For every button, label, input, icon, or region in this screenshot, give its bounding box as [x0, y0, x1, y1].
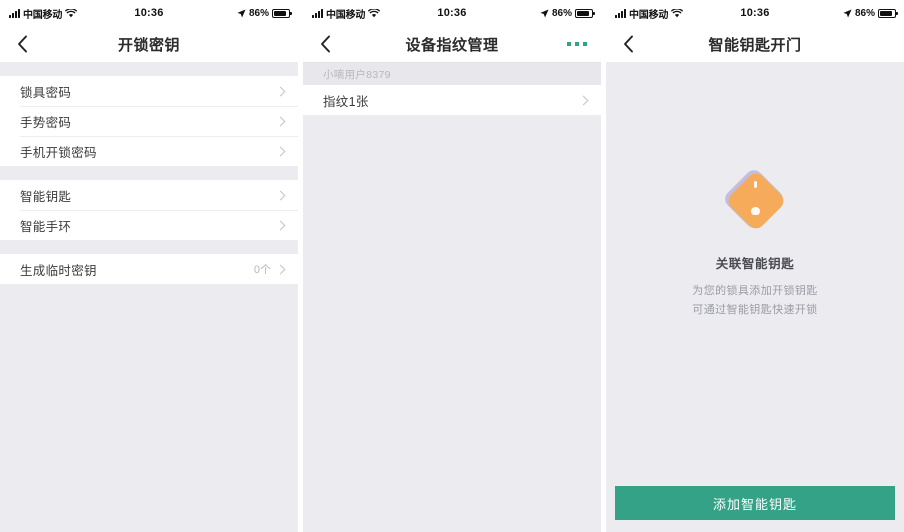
screen-smart-key-unlock: 中国移动 10:36 86% 智能钥匙开门 关联智能钥匙 为您的锁具添加开锁钥匙… — [606, 0, 904, 532]
empty-state-line-2: 可通过智能钥匙快速开锁 — [692, 303, 818, 316]
battery-percent-label: 86% — [854, 7, 875, 19]
chevron-right-icon — [275, 146, 286, 156]
nav-bar: 开锁密钥 — [0, 26, 298, 62]
list-item-accessory — [275, 116, 286, 126]
status-bar-left: 中国移动 — [312, 6, 381, 21]
chevron-right-icon — [275, 264, 286, 274]
list-group-devices: 智能钥匙 智能手环 — [0, 180, 298, 240]
list-item-label: 锁具密码 — [20, 85, 72, 100]
list-item-accessory — [275, 220, 286, 230]
screen-body: 小嘀用户8379 指纹1张 — [303, 62, 601, 532]
screen-body: 锁具密码 手势密码 手机开锁密码 智能钥匙 智能手环 生成临时密钥 0个 — [0, 62, 298, 532]
back-chevron-icon — [17, 35, 27, 53]
wifi-icon — [368, 8, 381, 17]
chevron-right-icon — [275, 86, 286, 96]
battery-icon — [272, 8, 292, 18]
carrier-label: 中国移动 — [629, 9, 669, 21]
list-item-label: 生成临时密钥 — [20, 263, 97, 278]
section-header: 小嘀用户8379 — [303, 63, 601, 85]
empty-state-line-1: 为您的锁具添加开锁钥匙 — [692, 284, 818, 297]
page-title: 设备指纹管理 — [405, 36, 499, 54]
key-pin-shape — [754, 180, 757, 188]
signal-bars-icon — [615, 8, 626, 18]
battery-icon — [575, 8, 595, 18]
more-dot — [583, 42, 587, 46]
clock-label: 10:36 — [437, 7, 467, 19]
list-item-accessory: 0个 — [253, 261, 286, 277]
back-button[interactable] — [303, 26, 347, 62]
back-button[interactable] — [0, 26, 44, 62]
list-item[interactable]: 智能手环 — [0, 210, 298, 240]
status-bar: 中国移动 10:36 86% — [606, 0, 904, 26]
list-item-accessory — [275, 86, 286, 96]
more-dot — [567, 42, 571, 46]
nav-bar: 设备指纹管理 — [303, 26, 601, 62]
list-item-label: 智能钥匙 — [20, 189, 72, 204]
list-group-passwords: 锁具密码 手势密码 手机开锁密码 — [0, 76, 298, 166]
status-bar: 中国移动 10:36 86% — [303, 0, 601, 26]
list-item[interactable]: 手势密码 — [0, 106, 298, 136]
location-arrow-icon — [540, 8, 549, 17]
signal-bars-icon — [9, 8, 20, 18]
more-options-button[interactable] — [567, 42, 587, 46]
clock-label: 10:36 — [740, 7, 770, 19]
list-group-fingerprints: 指纹1张 — [303, 85, 601, 115]
diamond-main-shape — [724, 169, 788, 232]
empty-state: 关联智能钥匙 为您的锁具添加开锁钥匙 可通过智能钥匙快速开锁 — [606, 62, 904, 486]
chevron-right-icon — [578, 95, 589, 105]
page-title: 开锁密钥 — [117, 36, 180, 54]
wifi-icon — [65, 8, 78, 17]
list-item-accessory — [578, 95, 589, 105]
list-group-spacer — [0, 240, 298, 254]
screen-fingerprint-management: 中国移动 10:36 86% 设备指纹管理 小嘀用户8379 指纹1张 — [303, 0, 601, 532]
empty-state-title: 关联智能钥匙 — [715, 256, 795, 271]
more-dot — [575, 42, 579, 46]
list-item-label: 智能手环 — [20, 219, 72, 234]
location-arrow-icon — [237, 8, 246, 17]
status-bar: 中国移动 10:36 86% — [0, 0, 298, 26]
page-title: 智能钥匙开门 — [708, 36, 802, 54]
chevron-right-icon — [275, 116, 286, 126]
back-chevron-icon — [623, 35, 633, 53]
screen-unlock-keys: 中国移动 10:36 86% 开锁密钥 锁具密码 手势密码 手机开锁密码 智能钥… — [0, 0, 298, 532]
status-bar-right: 86% — [843, 7, 898, 19]
back-button[interactable] — [606, 26, 650, 62]
list-item-accessory — [275, 190, 286, 200]
carrier-label: 中国移动 — [326, 9, 366, 21]
list-item-accessory — [275, 146, 286, 156]
list-item[interactable]: 指纹1张 — [303, 85, 601, 115]
list-group-temp-key: 生成临时密钥 0个 — [0, 254, 298, 284]
status-bar-right: 86% — [540, 7, 595, 19]
section-header-label: 小嘀用户8379 — [323, 68, 391, 81]
status-bar-left: 中国移动 — [615, 6, 684, 21]
key-hole-shape — [751, 206, 760, 215]
add-smart-key-button[interactable]: 添加智能钥匙 — [615, 486, 895, 520]
location-arrow-icon — [843, 8, 852, 17]
list-item-value: 0个 — [253, 264, 271, 276]
list-item-label: 手机开锁密码 — [20, 145, 97, 160]
status-bar-right: 86% — [237, 7, 292, 19]
list-group-spacer — [0, 166, 298, 180]
list-item[interactable]: 锁具密码 — [0, 76, 298, 106]
status-bar-left: 中国移动 — [9, 6, 78, 21]
battery-percent-label: 86% — [248, 7, 269, 19]
smart-key-diamond-icon — [721, 165, 788, 232]
carrier-label: 中国移动 — [23, 9, 63, 21]
back-chevron-icon — [320, 35, 330, 53]
chevron-right-icon — [275, 220, 286, 230]
battery-icon — [878, 8, 898, 18]
list-item-label: 手势密码 — [20, 115, 72, 130]
clock-label: 10:36 — [134, 7, 164, 19]
list-item[interactable]: 智能钥匙 — [0, 180, 298, 210]
list-item[interactable]: 手机开锁密码 — [0, 136, 298, 166]
three-screen-montage: 中国移动 10:36 86% 开锁密钥 锁具密码 手势密码 手机开锁密码 智能钥… — [0, 0, 904, 532]
nav-bar: 智能钥匙开门 — [606, 26, 904, 62]
wifi-icon — [671, 8, 684, 17]
signal-bars-icon — [312, 8, 323, 18]
list-top-spacer — [0, 62, 298, 76]
list-item[interactable]: 生成临时密钥 0个 — [0, 254, 298, 284]
battery-percent-label: 86% — [551, 7, 572, 19]
list-item-label: 指纹1张 — [323, 94, 369, 109]
chevron-right-icon — [275, 190, 286, 200]
